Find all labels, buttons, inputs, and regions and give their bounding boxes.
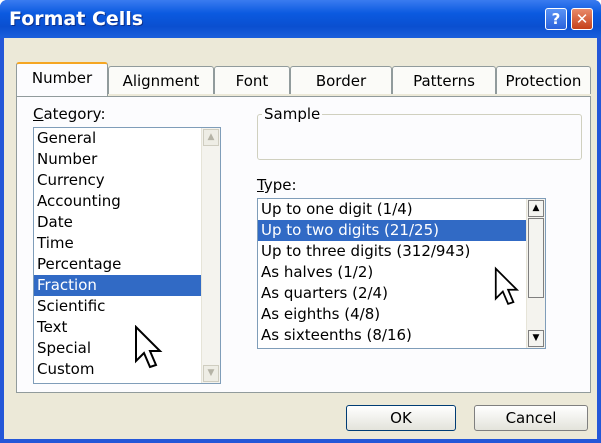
category-list-item[interactable]: General (34, 128, 220, 149)
tab-strip: Number Alignment Font Border Patterns Pr… (16, 62, 591, 98)
scroll-down-arrow-icon[interactable]: ▼ (528, 330, 544, 347)
category-label: Category: (33, 105, 106, 123)
category-list-item[interactable]: Text (34, 317, 220, 338)
category-list-item[interactable]: Accounting (34, 191, 220, 212)
tab-patterns[interactable]: Patterns (392, 66, 496, 94)
type-list-item[interactable]: Up to two digits (21/25) (258, 220, 545, 241)
type-scrollbar[interactable]: ▲ ▼ (526, 199, 545, 348)
sample-group: Sample (257, 105, 582, 160)
tab-protection[interactable]: Protection (496, 66, 591, 94)
type-list-item[interactable]: As sixteenths (8/16) (258, 325, 545, 346)
scroll-up-arrow-icon[interactable]: ▲ (528, 200, 544, 217)
scroll-down-arrow-icon[interactable]: ▼ (203, 365, 219, 382)
category-list-item[interactable]: Percentage (34, 254, 220, 275)
window-title: Format Cells (9, 8, 144, 30)
format-cells-window: Format Cells ? ✕ Number Alignment Font B… (0, 0, 601, 443)
close-button[interactable]: ✕ (571, 8, 593, 30)
tab-border[interactable]: Border (290, 66, 392, 94)
help-button[interactable]: ? (545, 8, 567, 30)
tab-font[interactable]: Font (214, 66, 290, 94)
category-list-item[interactable]: Fraction (34, 275, 220, 296)
category-list-item[interactable]: Currency (34, 170, 220, 191)
category-list-item[interactable]: Date (34, 212, 220, 233)
type-label: Type: (257, 176, 297, 194)
mouse-pointer-icon (135, 325, 163, 369)
scroll-up-arrow-icon[interactable]: ▲ (203, 129, 219, 146)
tab-alignment[interactable]: Alignment (108, 66, 214, 94)
category-listbox[interactable]: General Number Currency Accounting Date Time P… (33, 127, 221, 384)
number-tab-panel: Category: General Number Currency Accountin… (16, 96, 591, 393)
category-list-item[interactable]: Number (34, 149, 220, 170)
scroll-thumb[interactable] (528, 218, 544, 298)
category-list-item[interactable]: Custom (34, 359, 220, 380)
tab-number[interactable]: Number (16, 62, 108, 96)
dialog-body: Number Alignment Font Border Patterns Pr… (4, 38, 597, 439)
category-list-item[interactable]: Special (34, 338, 220, 359)
category-scrollbar[interactable]: ▲ ▼ (201, 128, 220, 383)
title-bar[interactable]: Format Cells ? ✕ (0, 0, 601, 38)
cancel-button[interactable]: Cancel (474, 405, 588, 431)
sample-label: Sample (262, 105, 323, 123)
category-list-item[interactable]: Scientific (34, 296, 220, 317)
ok-button[interactable]: OK (346, 405, 456, 431)
type-list-item[interactable]: Up to three digits (312/943) (258, 241, 545, 262)
mouse-pointer-icon (494, 266, 520, 305)
type-list-item[interactable]: Up to one digit (1/4) (258, 199, 545, 220)
category-list-item[interactable]: Time (34, 233, 220, 254)
